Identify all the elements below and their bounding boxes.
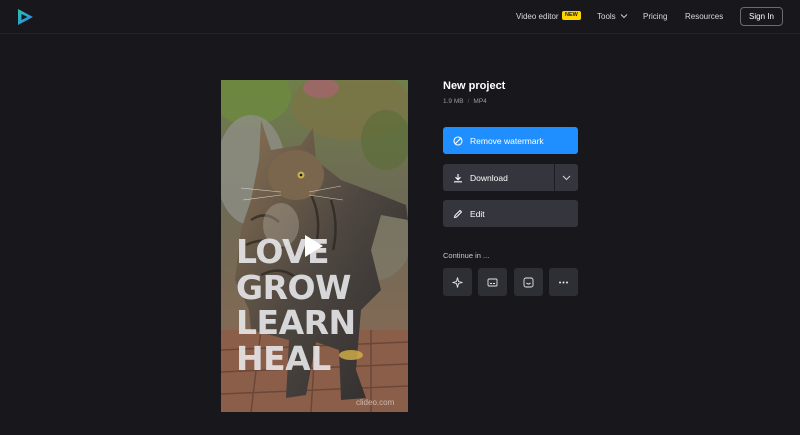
remove-watermark-button[interactable]: Remove watermark [443, 127, 578, 154]
logo-icon[interactable] [16, 8, 34, 26]
sticker-icon [523, 277, 534, 287]
chevron-down-icon[interactable] [562, 174, 571, 181]
continue-tool-sticker[interactable] [514, 268, 543, 296]
file-format: MP4 [473, 98, 487, 105]
more-icon [559, 281, 568, 283]
nav-pricing[interactable]: Pricing [643, 11, 667, 22]
nav-tools[interactable]: Tools [597, 11, 616, 22]
file-size: 1.9 MB [443, 98, 464, 105]
download-button[interactable]: Download [443, 164, 578, 191]
new-badge: NEW [562, 11, 581, 20]
download-icon [454, 173, 462, 182]
project-title: New project [443, 80, 506, 92]
button-divider [554, 164, 555, 191]
continue-in-label: Continue in ... [443, 251, 490, 260]
subtitles-icon [487, 278, 498, 286]
top-nav-bar: Video editor NEW Tools Pricing Resources… [0, 0, 800, 34]
edit-button[interactable]: Edit [443, 200, 578, 227]
play-icon[interactable] [301, 234, 325, 258]
watermark-text: clideo.com [356, 398, 395, 407]
sign-in-button[interactable]: Sign In [740, 7, 783, 26]
overlay-line: GROW [236, 267, 351, 307]
overlay-line: HEAL [236, 338, 331, 378]
continue-tool-more[interactable] [549, 268, 578, 296]
remove-watermark-label: Remove watermark [470, 135, 544, 146]
continue-tool-ai[interactable] [443, 268, 472, 296]
meta-separator: / [467, 98, 470, 105]
overlay-line: LEARN [236, 303, 356, 342]
nav-resources[interactable]: Resources [685, 11, 723, 22]
pencil-icon [453, 209, 463, 218]
chevron-down-icon[interactable] [620, 13, 628, 19]
edit-label: Edit [470, 208, 485, 219]
no-symbol-icon [453, 135, 463, 146]
continue-tool-subtitles[interactable] [478, 268, 507, 296]
file-meta: 1.9 MB / MP4 [443, 98, 487, 105]
sparkle-icon [452, 276, 463, 288]
download-label: Download [470, 172, 508, 183]
nav-video-editor[interactable]: Video editor [516, 11, 559, 22]
